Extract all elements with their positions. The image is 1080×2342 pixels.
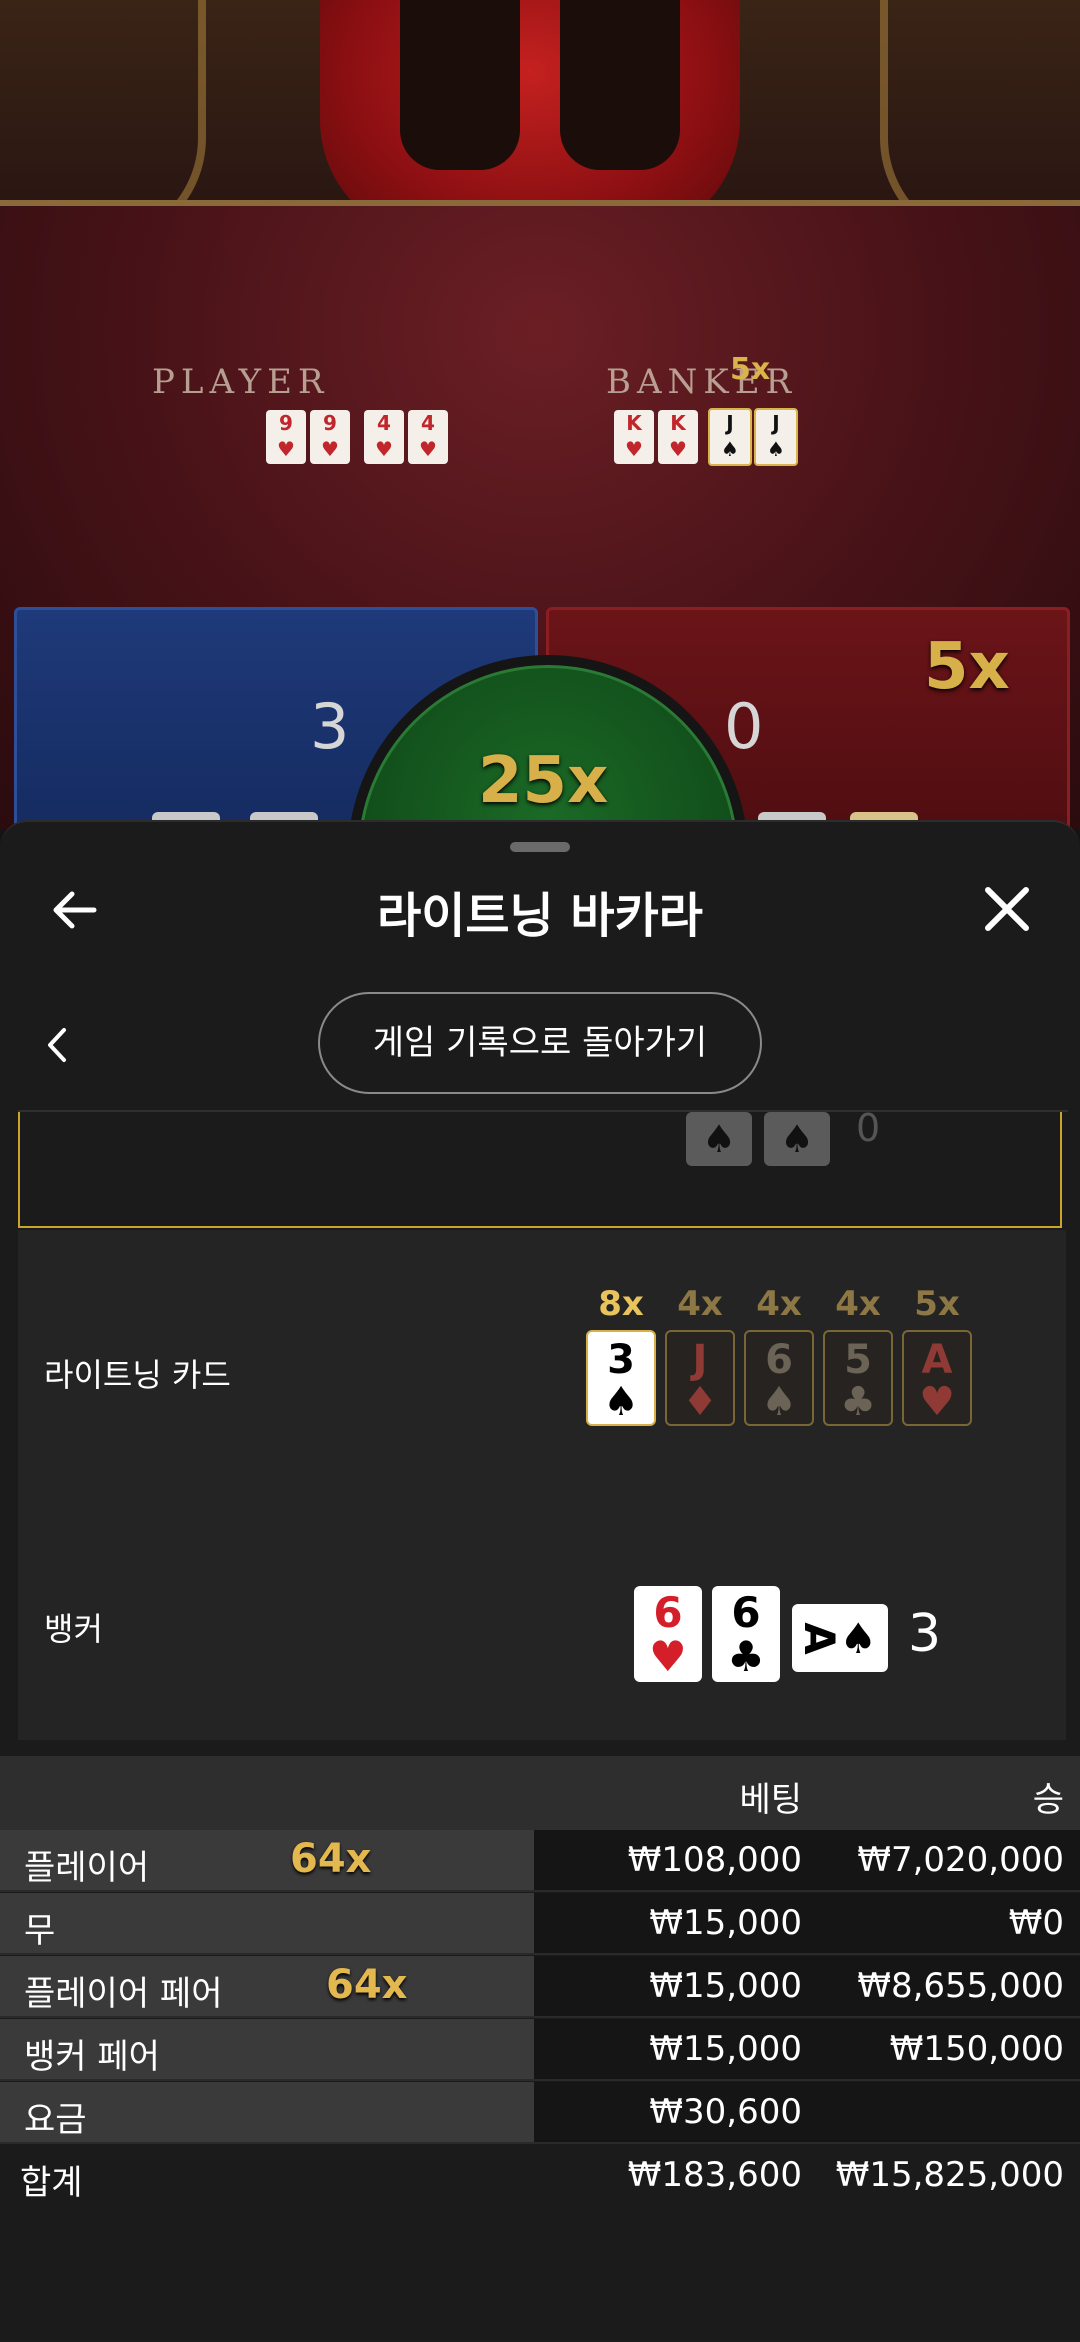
banker-hand-label: 뱅커 (44, 1610, 103, 1648)
table-row: 무 ₩15,000 ₩0 (0, 1893, 1080, 1955)
tie-multiplier: 25x (478, 744, 609, 818)
video-banker-card: J ♠ (708, 408, 752, 466)
player-hand-row (18, 1112, 1062, 1228)
win-amount: ₩150,000 (889, 2029, 1064, 2069)
table-total-row: 합계 ₩183,600 ₩15,825,000 (0, 2145, 1080, 2207)
dealer-hair (560, 0, 680, 170)
bet-multiplier: 64x (290, 1836, 372, 1882)
lightning-multiplier: 4x (835, 1284, 881, 1324)
lightning-card: 5 ♣ (823, 1330, 893, 1426)
banker-hand-total: 3 (908, 1604, 942, 1664)
total-win: ₩15,825,000 (835, 2155, 1064, 2195)
video-banker-card: K ♥ (658, 410, 698, 464)
spade-icon: ♠ (701, 1117, 737, 1161)
video-player-card: 4 ♥ (408, 410, 448, 464)
video-banker-multiplier: 5x (730, 352, 771, 387)
total-label: 합계 (20, 2163, 83, 2203)
sheet-title: 라이트닝 바카라 (377, 888, 703, 944)
lightning-multiplier: 5x (914, 1284, 960, 1324)
bet-type: 무 (24, 1911, 56, 1951)
player-score: 3 (310, 690, 350, 763)
sheet-drag-handle[interactable] (510, 842, 570, 852)
banker-card: 6 ♣ (712, 1586, 780, 1682)
lightning-card: J ♦ (665, 1330, 735, 1426)
banker-score: 0 (724, 690, 764, 763)
player-hand-total: 0 (856, 1106, 881, 1150)
banker-card: 6 ♥ (634, 1586, 702, 1682)
bet-amount: ₩15,000 (649, 2029, 802, 2069)
table-row: 뱅커 페어 ₩15,000 ₩150,000 (0, 2019, 1080, 2081)
win-amount: ₩8,655,000 (857, 1966, 1064, 2006)
video-banker-card: J ♠ (754, 408, 798, 466)
bet-amount: ₩15,000 (649, 1966, 802, 2006)
video-player-card: 9 ♥ (310, 410, 350, 464)
close-button[interactable] (972, 874, 1042, 944)
table-row: 플레이어 64x ₩108,000 ₩7,020,000 (0, 1830, 1080, 1892)
bet-column-header: 베팅 (739, 1780, 802, 1820)
video-player-card: 9 ♥ (266, 410, 306, 464)
bet-type: 요금 (24, 2100, 87, 2140)
video-player-label: PLAYER (152, 362, 330, 402)
dealer-hair (400, 0, 520, 170)
banker-board-multiplier: 5x (924, 630, 1010, 704)
bet-multiplier: 64x (326, 1962, 408, 2008)
lightning-card: 6 ♠ (744, 1330, 814, 1426)
win-amount: ₩0 (1008, 1903, 1064, 1943)
video-banker-card: K ♥ (614, 410, 654, 464)
win-column-header: 승 (1032, 1780, 1064, 1820)
lightning-card: A ♥ (902, 1330, 972, 1426)
spade-icon: ♠ (779, 1117, 815, 1161)
bet-amount: ₩108,000 (627, 1840, 802, 1880)
card-back: ♠ (764, 1112, 830, 1166)
lightning-cards-label: 라이트닝 카드 (44, 1356, 231, 1394)
total-bet: ₩183,600 (627, 2155, 802, 2195)
bet-amount: ₩30,600 (649, 2092, 802, 2132)
bet-type: 뱅커 페어 (24, 2037, 160, 2077)
results-table-header (0, 1756, 1080, 1830)
bet-type: 플레이어 (24, 1848, 150, 1888)
banker-card-rotated: A ♠ (792, 1604, 888, 1672)
table-row: 요금 ₩30,600 (0, 2082, 1080, 2144)
card-back: ♠ (686, 1112, 752, 1166)
lightning-multiplier: 4x (756, 1284, 802, 1324)
close-icon (985, 887, 1029, 931)
chevron-left-icon (48, 1028, 66, 1062)
previous-round-button[interactable] (40, 1022, 76, 1068)
bet-amount: ₩15,000 (649, 1903, 802, 1943)
table-row: 플레이어 페어 64x ₩15,000 ₩8,655,000 (0, 1956, 1080, 2018)
video-player-card: 4 ♥ (364, 410, 404, 464)
lightning-multiplier: 8x (598, 1284, 644, 1324)
back-to-history-button[interactable]: 게임 기록으로 돌아가기 (318, 992, 762, 1094)
lightning-multiplier: 4x (677, 1284, 723, 1324)
win-amount: ₩7,020,000 (857, 1840, 1064, 1880)
lightning-card: 3 ♠ (586, 1330, 656, 1426)
bet-type: 플레이어 페어 (24, 1974, 223, 2014)
